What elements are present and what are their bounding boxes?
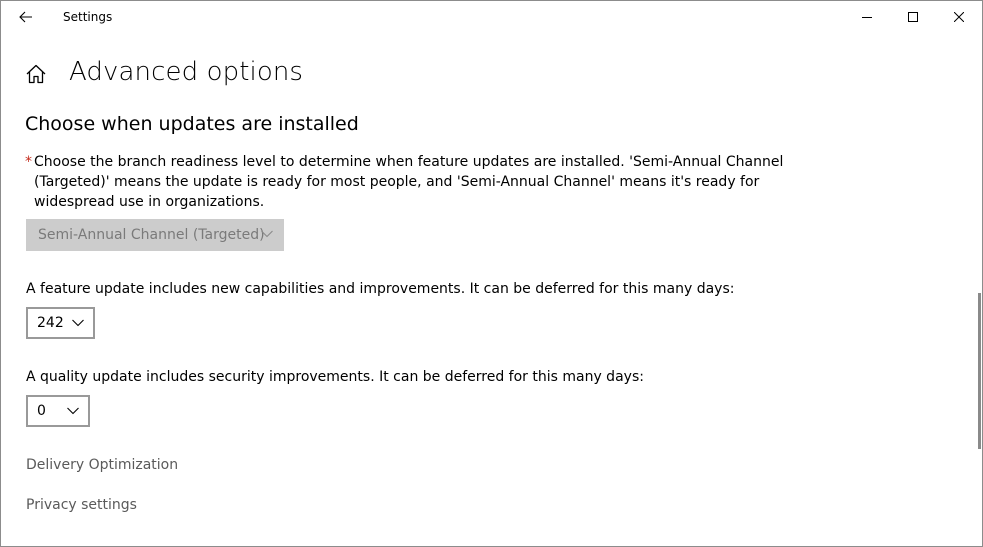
branch-select-value: Semi-Annual Channel (Targeted) [38, 227, 265, 243]
quality-update-deferral-select[interactable]: 0 [26, 395, 90, 427]
chevron-down-icon [261, 230, 273, 238]
back-arrow-icon [19, 11, 32, 23]
branch-description: * Choose the branch readiness level to d… [25, 152, 825, 212]
quality-update-label: A quality update includes security impro… [26, 369, 644, 385]
minimize-button[interactable] [844, 1, 890, 33]
chevron-down-icon [67, 407, 79, 415]
app-title: Settings [63, 10, 113, 24]
quality-update-value: 0 [37, 403, 46, 419]
feature-update-value: 242 [37, 315, 64, 331]
settings-window: Settings Advanced options Choose when up… [0, 0, 983, 547]
title-bar: Settings [1, 1, 982, 33]
window-controls [844, 1, 982, 33]
feature-update-label: A feature update includes new capabiliti… [26, 281, 735, 297]
chevron-down-icon [72, 319, 84, 327]
section-title: Choose when updates are installed [25, 113, 359, 135]
home-button[interactable] [25, 63, 47, 85]
minimize-icon [862, 17, 872, 18]
scrollbar-thumb[interactable] [978, 293, 981, 449]
maximize-icon [908, 12, 918, 22]
home-icon [26, 64, 46, 84]
description-text: Choose the branch readiness level to det… [34, 154, 784, 210]
maximize-button[interactable] [890, 1, 936, 33]
close-icon [954, 12, 964, 22]
delivery-optimization-link[interactable]: Delivery Optimization [26, 457, 178, 473]
branch-readiness-select[interactable]: Semi-Annual Channel (Targeted) [26, 219, 284, 251]
back-button[interactable] [9, 1, 43, 33]
close-button[interactable] [936, 1, 982, 33]
required-marker: * [25, 154, 32, 170]
privacy-settings-link[interactable]: Privacy settings [26, 497, 137, 513]
feature-update-deferral-select[interactable]: 242 [26, 307, 95, 339]
page-title: Advanced options [69, 57, 304, 87]
